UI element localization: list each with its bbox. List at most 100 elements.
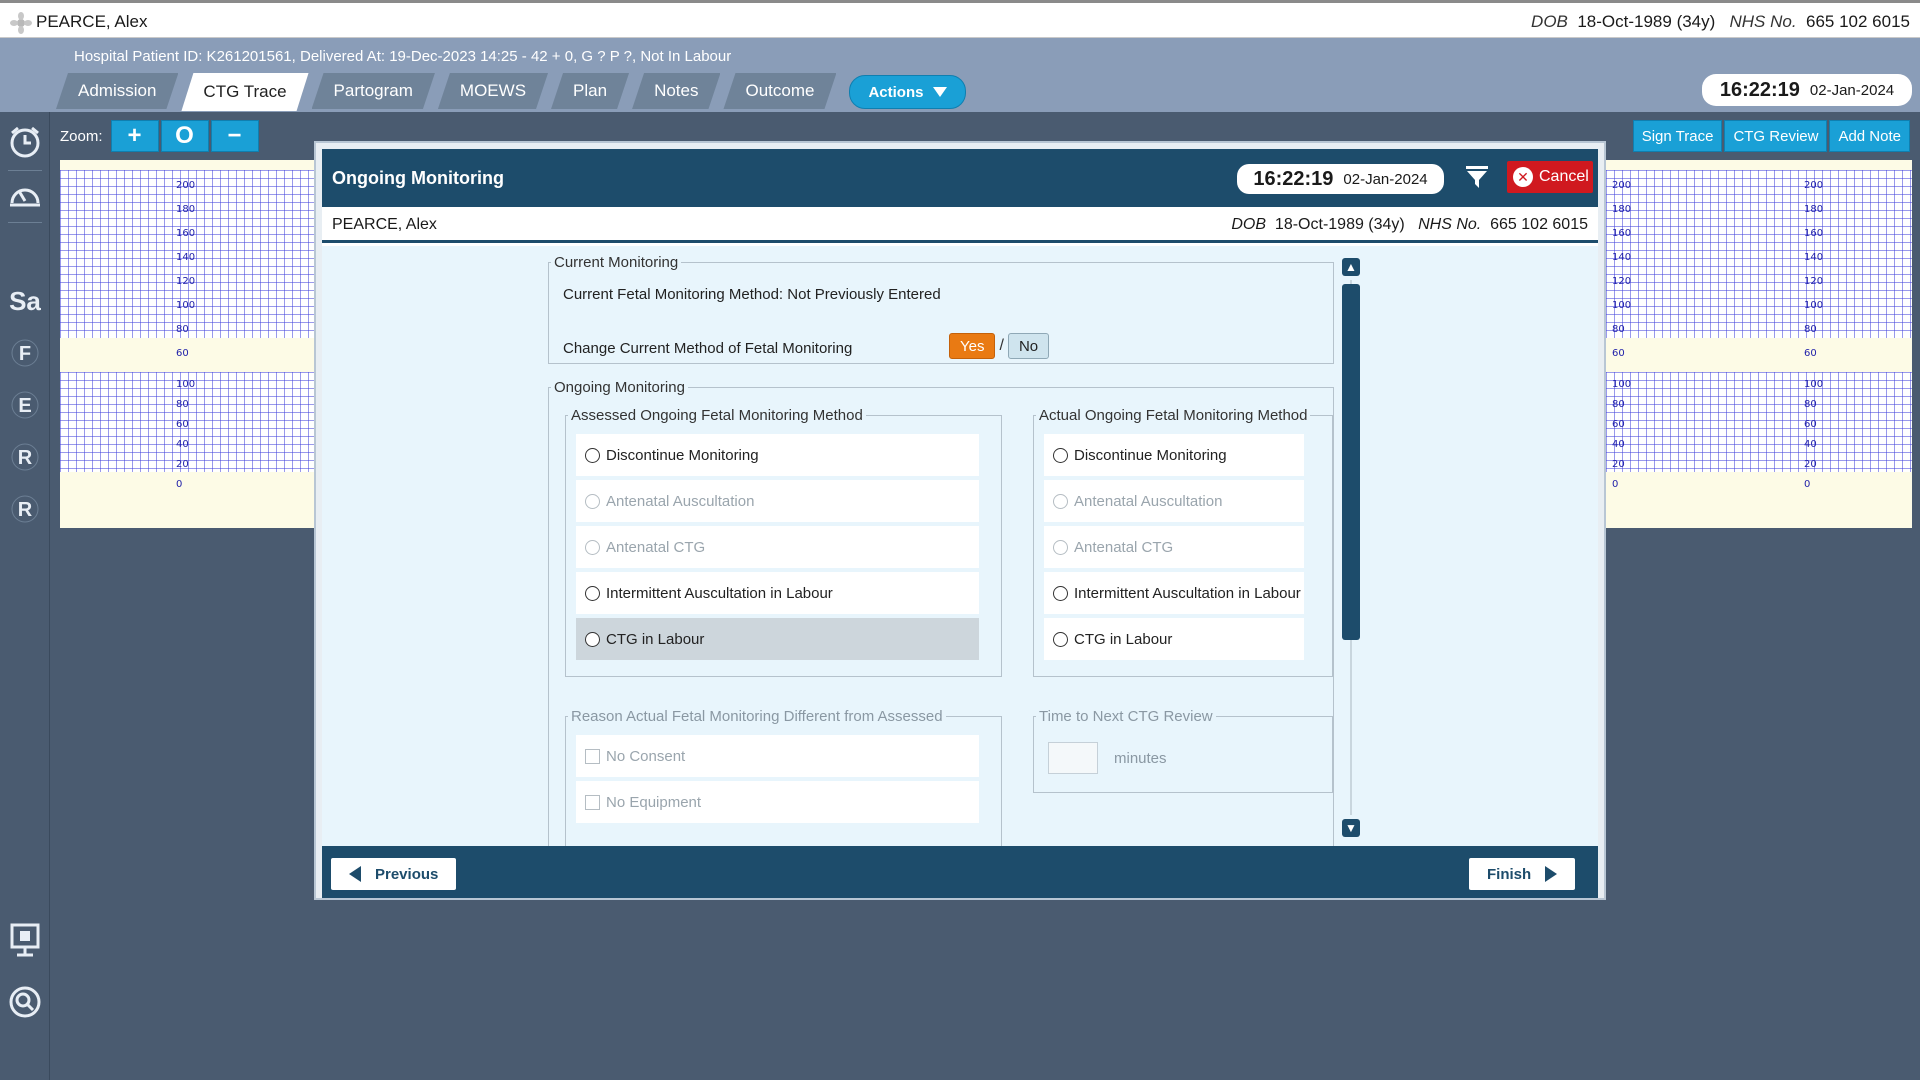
assessed-option-discontinue[interactable]: Discontinue Monitoring [576,434,979,476]
sign-trace-button[interactable]: Sign Trace [1632,120,1723,152]
zoom-out-button[interactable]: − [210,120,259,152]
toco-tick: 40 [176,439,189,450]
radio-icon [585,493,600,509]
current-monitoring-legend: Current Monitoring [554,254,679,271]
option-label: Antenatal CTG [606,538,706,556]
search-icon[interactable] [6,982,44,1022]
assessed-option-antenatal-auscultation: Antenatal Auscultation [576,480,979,522]
radio-icon [1053,631,1068,647]
scroll-down-icon[interactable]: ▼ [1342,819,1360,837]
actions-button[interactable]: Actions [849,75,967,109]
checkbox-icon [585,748,600,764]
alarm-clock-icon[interactable] [6,122,44,162]
fhr-tick: 140 [1804,252,1824,263]
assessed-option-intermittent-auscultation[interactable]: Intermittent Auscultation in Labour [576,572,979,614]
toco-tick: 20 [176,459,189,470]
dialog-scrollbar[interactable]: ▲ ▼ [1342,258,1360,838]
tab-plan[interactable]: Plan [551,73,629,109]
yes-button[interactable]: Yes [949,333,996,359]
radio-icon [1053,585,1068,601]
toco-tick: 20 [1804,459,1817,470]
minutes-unit: minutes [1114,750,1167,767]
patient-banner: PEARCE, Alex DOB 18-Oct-1989 (34y) NHS N… [0,0,1920,38]
toco-tick: 60 [1612,419,1625,430]
option-label: CTG in Labour [606,630,705,648]
option-label: Intermittent Auscultation in Labour [1074,584,1301,602]
tab-outcome[interactable]: Outcome [723,73,836,109]
option-label: No Equipment [606,793,702,811]
tab-notes[interactable]: Notes [632,73,720,109]
dialog-footer: Previous Finish [322,846,1598,898]
tab-ctg-trace[interactable]: CTG Trace [181,73,308,111]
dialog-patient-identifiers: DOB 18-Oct-1989 (34y) NHS No. 665 102 60… [1231,216,1588,234]
toco-tick: 100 [176,379,196,390]
dialog-time: 16:22:19 [1253,167,1334,190]
scroll-thumb[interactable] [1342,284,1360,640]
actual-option-ctg-in-labour[interactable]: CTG in Labour [1044,618,1304,660]
f-letter: F [19,343,31,365]
ctg-review-button[interactable]: CTG Review [1724,120,1828,152]
actual-option-intermittent-auscultation[interactable]: Intermittent Auscultation in Labour [1044,572,1304,614]
reason-legend: Reason Actual Fetal Monitoring Different… [571,708,943,725]
zoom-in-button[interactable]: + [110,120,159,152]
option-label: No Consent [606,747,686,765]
dialog-patient-name: PEARCE, Alex [332,216,437,233]
filter-icon[interactable] [1466,166,1488,190]
fhr-tick: 120 [1612,276,1632,287]
fhr-tick: 60 [176,348,189,359]
r-letter-icon[interactable]: R [6,437,44,477]
dialog-body[interactable]: Current Monitoring Current Fetal Monitor… [322,246,1598,846]
fhr-tick: 80 [1804,324,1817,335]
dob-value: 18-Oct-1989 (34y) [1577,12,1716,31]
trace-actions: Sign Trace CTG Review Add Note [1632,120,1910,152]
assessed-option-antenatal-ctg: Antenatal CTG [576,526,979,568]
change-method-label: Change Current Method of Fetal Monitorin… [563,340,853,357]
left-sidebar: Sa F E R R [0,112,50,1080]
presentation-icon[interactable] [6,920,44,960]
e-letter-icon[interactable]: E [6,385,44,425]
zoom-controls: Zoom: + O − [60,120,259,152]
radio-icon [585,631,600,647]
fhr-tick: 160 [1804,228,1824,239]
fhr-tick: 100 [1612,300,1632,311]
nhs-label: NHS No. [1729,12,1797,31]
scroll-up-icon[interactable]: ▲ [1342,258,1360,276]
radio-icon [585,447,600,463]
patient-identifiers: DOB 18-Oct-1989 (34y) NHS No. 665 102 60… [1531,12,1910,32]
fhr-tick: 180 [1804,204,1824,215]
cancel-button[interactable]: ✕ Cancel [1507,161,1593,193]
option-label: Antenatal CTG [1074,538,1174,556]
tab-moews[interactable]: MOEWS [438,73,548,109]
separator-slash: / [999,337,1004,354]
fhr-scale-2: 200 180 160 140 120 100 80 60 [1804,174,1823,366]
fhr-tick: 180 [176,204,196,215]
fhr-tick: 180 [1612,204,1632,215]
next-review-minutes-input [1048,742,1098,774]
fhr-scale: 200 180 160 140 120 100 80 60 [176,174,195,366]
toco-tick: 80 [176,399,189,410]
zoom-reset-button[interactable]: O [160,120,209,152]
tab-partogram[interactable]: Partogram [312,73,435,109]
option-label: Antenatal Auscultation [606,492,755,510]
dialog-clock[interactable]: 16:22:19 02-Jan-2024 [1237,164,1444,194]
toco-grid [1606,372,1912,472]
no-button[interactable]: No [1007,333,1050,359]
tab-admission[interactable]: Admission [56,73,178,109]
f-letter-icon[interactable]: F [6,333,44,373]
reason-option-no-equipment: No Equipment [576,781,979,823]
actual-option-discontinue[interactable]: Discontinue Monitoring [1044,434,1304,476]
radio-icon [1053,493,1068,509]
r-letter-icon-2[interactable]: R [6,489,44,529]
sa-letter-icon[interactable]: Sa [6,281,44,321]
close-icon: ✕ [1513,167,1533,187]
assessed-option-ctg-in-labour[interactable]: CTG in Labour [576,618,979,660]
previous-button[interactable]: Previous [331,858,457,890]
radio-icon [1053,539,1068,555]
gauge-icon[interactable] [6,174,44,214]
fhr-grid [1606,170,1912,338]
add-note-button[interactable]: Add Note [1829,120,1910,152]
finish-button[interactable]: Finish [1469,858,1576,890]
toco-tick: 80 [1612,399,1625,410]
fhr-tick: 200 [1612,180,1632,191]
fhr-tick: 60 [1612,348,1625,359]
